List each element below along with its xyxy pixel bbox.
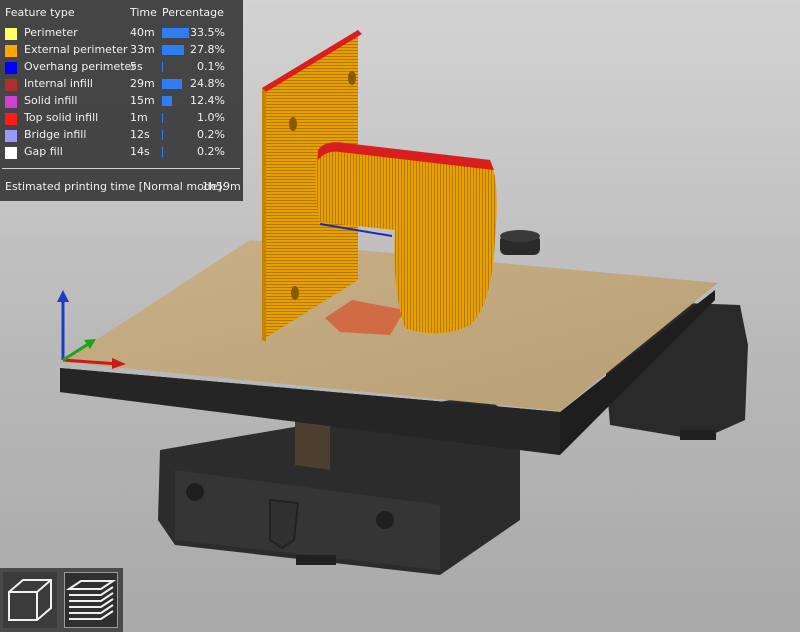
percentage-bar xyxy=(162,130,163,140)
feature-name: Solid infill xyxy=(24,94,78,107)
color-swatch xyxy=(5,130,17,142)
color-swatch xyxy=(5,147,17,159)
percentage-bar xyxy=(162,62,163,72)
3d-view-button[interactable] xyxy=(3,572,57,628)
feature-name: Gap fill xyxy=(24,145,63,158)
legend-row-internal-infill: Internal infill 29m 24.8% xyxy=(0,77,243,94)
estimated-time-label: Estimated printing time [Normal mode]: xyxy=(5,180,226,193)
legend-row-gap-fill: Gap fill 14s 0.2% xyxy=(0,145,243,162)
estimated-time-value: 1h59m xyxy=(202,180,241,193)
legend-row-top-solid-infill: Top solid infill 1m 1.0% xyxy=(0,111,243,128)
feature-time: 5s xyxy=(130,60,143,73)
legend-row-overhang-perimeter: Overhang perimeter 5s 0.1% xyxy=(0,60,243,77)
view-toolbar xyxy=(0,568,123,632)
feature-name: Bridge infill xyxy=(24,128,87,141)
color-swatch xyxy=(5,113,17,125)
knob xyxy=(500,230,540,255)
legend-row-bridge-infill: Bridge infill 12s 0.2% xyxy=(0,128,243,145)
gcode-preview-button[interactable] xyxy=(64,572,118,628)
feature-time: 14s xyxy=(130,145,150,158)
color-swatch xyxy=(5,45,17,57)
feature-name: Perimeter xyxy=(24,26,78,39)
legend-row-perimeter: Perimeter 40m 33.5% xyxy=(0,26,243,43)
feature-percentage: 33.5% xyxy=(190,26,225,39)
header-time: Time xyxy=(130,6,157,19)
feature-time: 12s xyxy=(130,128,150,141)
feature-percentage: 27.8% xyxy=(190,43,225,56)
feature-percentage: 0.1% xyxy=(197,60,225,73)
feature-name: Overhang perimeter xyxy=(24,60,136,73)
percentage-bar xyxy=(162,79,182,89)
color-swatch xyxy=(5,96,17,108)
legend-row-solid-infill: Solid infill 15m 12.4% xyxy=(0,94,243,111)
color-swatch xyxy=(5,79,17,91)
feature-time: 1m xyxy=(130,111,148,124)
feature-percentage: 0.2% xyxy=(197,145,225,158)
feature-name: Top solid infill xyxy=(24,111,99,124)
feature-name: External perimeter xyxy=(24,43,128,56)
legend-panel: Feature type Time Percentage Perimeter 4… xyxy=(0,0,243,201)
feature-percentage: 12.4% xyxy=(190,94,225,107)
feature-percentage: 0.2% xyxy=(197,128,225,141)
feature-time: 33m xyxy=(130,43,155,56)
feature-time: 40m xyxy=(130,26,155,39)
feature-name: Internal infill xyxy=(24,77,93,90)
feature-time: 15m xyxy=(130,94,155,107)
percentage-bar xyxy=(162,45,184,55)
percentage-bar xyxy=(162,113,163,123)
legend-divider xyxy=(2,168,240,169)
color-swatch xyxy=(5,62,17,74)
color-swatch xyxy=(5,28,17,40)
feature-percentage: 24.8% xyxy=(190,77,225,90)
percentage-bar xyxy=(162,96,172,106)
percentage-bar xyxy=(162,147,163,157)
feature-percentage: 1.0% xyxy=(197,111,225,124)
gcode-preview-icon xyxy=(65,580,117,620)
header-feature-type: Feature type xyxy=(5,6,75,19)
legend-row-external-perimeter: External perimeter 33m 27.8% xyxy=(0,43,243,60)
percentage-bar xyxy=(162,28,189,38)
feature-time: 29m xyxy=(130,77,155,90)
3d-view-icon xyxy=(8,579,52,621)
header-percentage: Percentage xyxy=(162,6,224,19)
